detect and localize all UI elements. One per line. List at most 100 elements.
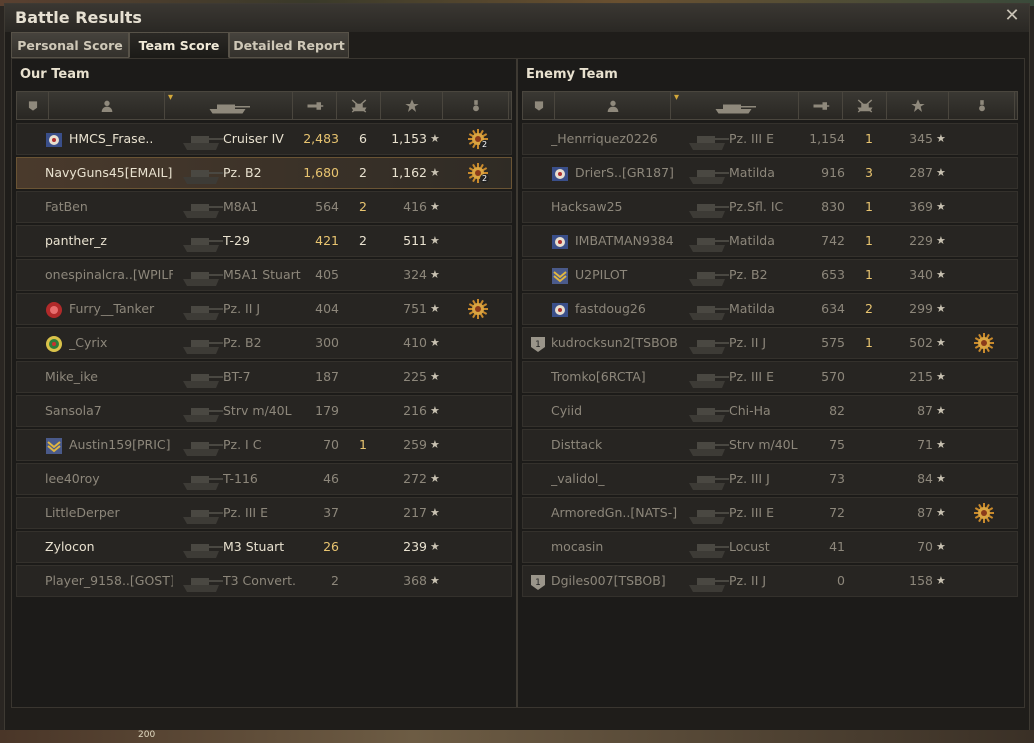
tank-name: Locust [729,539,770,554]
sort-column-xp-star[interactable] [887,92,949,119]
tab-personal-score[interactable]: Personal Score [11,32,129,58]
tank-name: Pz.Sfl. IC [729,199,784,214]
xp-star-icon: ★ [936,404,946,417]
xp-star-icon: ★ [936,302,946,315]
player-name[interactable]: Hacksaw25 [551,192,679,222]
player-name[interactable]: panther_z [45,226,173,256]
table-row[interactable]: 1 Dgiles007[TSBOB] Pz. II J 0 158 ★ [522,565,1018,597]
damage-value: 46 [323,471,339,486]
xp-value: 87 [917,505,933,520]
damage-value: 2 [331,573,339,588]
table-row[interactable]: FatBen M8A1 564 2 416 ★ [16,191,512,223]
sort-column-tank[interactable]: ▾ [671,92,799,119]
table-row[interactable]: lee40roy T-116 46 272 ★ [16,463,512,495]
player-name[interactable]: Zylocon [45,532,173,562]
sort-column-kills[interactable] [337,92,381,119]
medal-icon[interactable] [467,298,489,320]
kills-value [345,396,367,426]
medal-icon[interactable] [973,332,995,354]
player-name[interactable]: _Cyrix [69,328,197,358]
table-row[interactable]: DrierS..[GR187] Matilda 916 3 287 ★ [522,157,1018,189]
sort-column-player[interactable] [49,92,165,119]
table-row[interactable]: HMCS_Frase.. Cruiser IV 2,483 6 1,153 ★ 2 [16,123,512,155]
player-name[interactable]: _validol_ [551,464,679,494]
sort-column-medal[interactable] [443,92,509,119]
xp-star-icon: ★ [430,370,440,383]
kills-value: 1 [865,233,873,248]
tab-team-score[interactable]: Team Score [129,32,229,58]
table-row[interactable]: _Henrriquez0226 Pz. III E 1,154 1 345 ★ [522,123,1018,155]
tab-detailed-report[interactable]: Detailed Report [229,32,349,58]
sort-column-platoon[interactable] [17,92,49,119]
medal-icon[interactable] [973,502,995,524]
table-row[interactable]: Zylocon M3 Stuart 26 239 ★ [16,531,512,563]
svg-text:1: 1 [535,578,541,588]
table-row[interactable]: _Cyrix Pz. B2 300 410 ★ [16,327,512,359]
tank-name: T-29 [223,233,250,248]
table-row[interactable]: Hacksaw25 Pz.Sfl. IC 830 1 369 ★ [522,191,1018,223]
sort-column-player[interactable] [555,92,671,119]
player-name[interactable]: ArmoredGn..[NATS-] [551,498,679,528]
sort-column-medal[interactable] [949,92,1015,119]
table-row[interactable]: onespinalcra..[WPILF] M5A1 Stuart 405 324 ★ [16,259,512,291]
player-name[interactable]: DrierS..[GR187] [575,158,703,188]
table-row[interactable]: Sansola7 Strv m/40L 179 216 ★ [16,395,512,427]
tank-silhouette-icon [181,569,225,595]
player-name[interactable]: NavyGuns45[EMAIL] [45,158,173,188]
table-row[interactable]: fastdoug26 Matilda 634 2 299 ★ [522,293,1018,325]
sort-column-tank[interactable]: ▾ [165,92,293,119]
xp-value: 217 [403,505,427,520]
table-row[interactable]: Mike_ike BT-7 187 225 ★ [16,361,512,393]
table-row[interactable]: Disttack Strv m/40L 75 71 ★ [522,429,1018,461]
player-name[interactable]: _Henrriquez0226 [551,124,679,154]
player-name[interactable]: Tromko[6RCTA] [551,362,679,392]
tank-name: BT-7 [223,369,251,384]
sort-column-damage[interactable] [799,92,843,119]
player-name[interactable]: kudrocksun2[TSBOB] [551,328,679,358]
player-name[interactable]: FatBen [45,192,173,222]
close-icon[interactable]: ✕ [1003,7,1021,25]
table-row[interactable]: Austin159[PRIC] Pz. I C 70 1 259 ★ [16,429,512,461]
table-row[interactable]: 1 kudrocksun2[TSBOB] Pz. II J 575 1 502 ★ [522,327,1018,359]
table-row[interactable]: panther_z T-29 421 2 511 ★ [16,225,512,257]
player-name[interactable]: U2PILOT [575,260,703,290]
sort-column-platoon[interactable] [523,92,555,119]
player-name[interactable]: Player_9158..[GOST] [45,566,173,596]
table-row[interactable]: LittleDerper Pz. III E 37 217 ★ [16,497,512,529]
kills-value [345,498,367,528]
tank-silhouette-icon [181,161,225,187]
sort-column-kills[interactable] [843,92,887,119]
player-name[interactable]: mocasin [551,532,679,562]
player-name[interactable]: fastdoug26 [575,294,703,324]
player-name[interactable]: Austin159[PRIC] [69,430,197,460]
player-name[interactable]: HMCS_Frase.. [69,124,197,154]
player-name[interactable]: Furry__Tanker [69,294,197,324]
table-row[interactable]: NavyGuns45[EMAIL] Pz. B2 1,680 2 1,162 ★ 2 [16,157,512,189]
xp-value: 287 [909,165,933,180]
player-name[interactable]: Sansola7 [45,396,173,426]
player-name[interactable]: lee40roy [45,464,173,494]
medal-icon[interactable]: 2 [467,128,490,150]
tank-name: M5A1 Stuart [223,267,301,282]
table-row[interactable]: Cyiid Chi-Ha 82 87 ★ [522,395,1018,427]
tank-silhouette-icon [687,501,731,527]
player-name[interactable]: Dgiles007[TSBOB] [551,566,679,596]
table-row[interactable]: U2PILOT Pz. B2 653 1 340 ★ [522,259,1018,291]
medal-icon[interactable]: 2 [467,162,490,184]
sort-column-damage[interactable] [293,92,337,119]
table-row[interactable]: _validol_ Pz. III J 73 84 ★ [522,463,1018,495]
player-name[interactable]: Cyiid [551,396,679,426]
table-row[interactable]: Furry__Tanker Pz. II J 404 751 ★ [16,293,512,325]
damage-value: 300 [315,335,339,350]
player-name[interactable]: onespinalcra..[WPILF] [45,260,173,290]
player-name[interactable]: Disttack [551,430,679,460]
player-name[interactable]: Mike_ike [45,362,173,392]
player-name[interactable]: IMBATMAN9384 [575,226,703,256]
table-row[interactable]: ArmoredGn..[NATS-] Pz. III E 72 87 ★ [522,497,1018,529]
table-row[interactable]: Player_9158..[GOST] T3 Convert. 2 368 ★ [16,565,512,597]
sort-column-xp-star[interactable] [381,92,443,119]
table-row[interactable]: Tromko[6RCTA] Pz. III E 570 215 ★ [522,361,1018,393]
table-row[interactable]: IMBATMAN9384 Matilda 742 1 229 ★ [522,225,1018,257]
table-row[interactable]: mocasin Locust 41 70 ★ [522,531,1018,563]
player-name[interactable]: LittleDerper [45,498,173,528]
